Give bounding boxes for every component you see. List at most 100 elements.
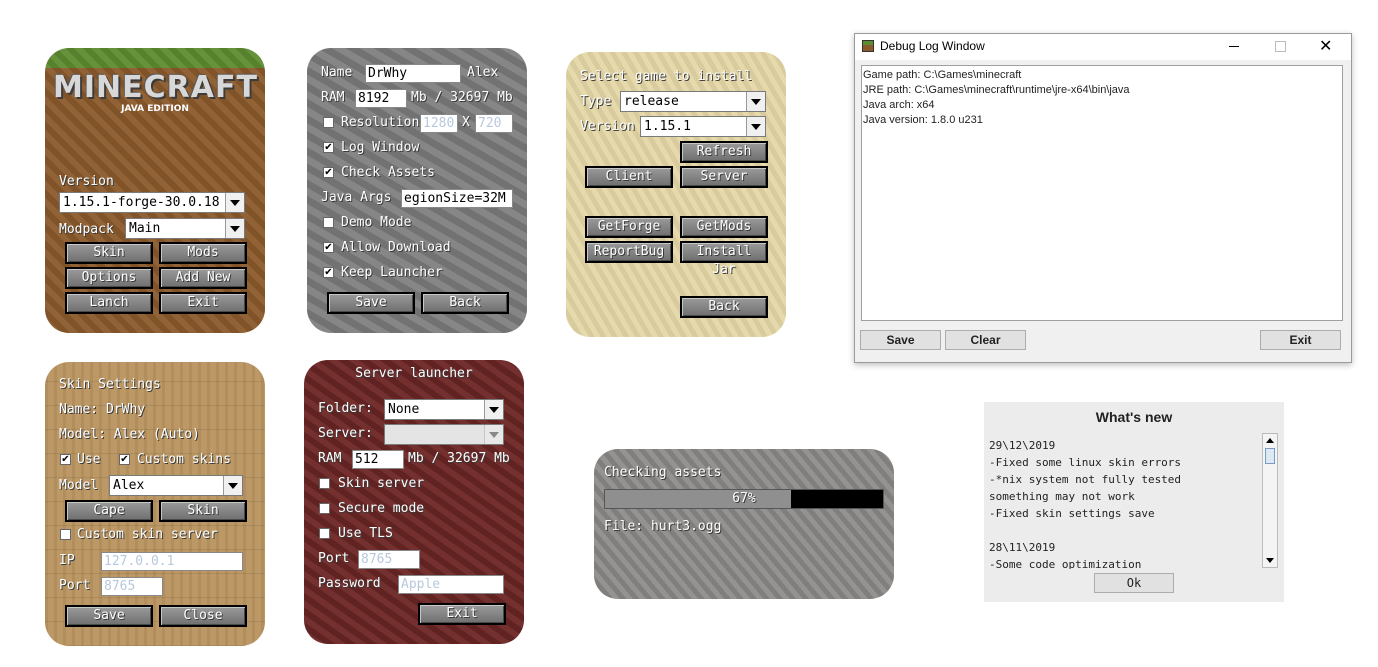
type-select[interactable]: release bbox=[620, 91, 766, 112]
checkmark-icon: ✔ bbox=[324, 167, 333, 178]
changelog-line: 28\11\2019 bbox=[989, 541, 1056, 554]
changelog-text[interactable]: 29\12\2019 -Fixed some linux skin errors… bbox=[989, 437, 1261, 569]
chevron-down-icon bbox=[746, 92, 765, 111]
name-input[interactable]: DrWhy bbox=[365, 64, 461, 83]
clear-button[interactable]: Clear bbox=[945, 330, 1026, 350]
scroll-down-icon[interactable] bbox=[1266, 558, 1274, 563]
save-button[interactable]: Save bbox=[65, 605, 153, 627]
resolution-label: Resolution bbox=[341, 115, 420, 130]
keep-launcher-checkbox[interactable]: ✔ bbox=[323, 267, 334, 278]
logo-text: MINECRAFT bbox=[53, 70, 258, 105]
cape-button[interactable]: Cape bbox=[65, 500, 153, 522]
scroll-up-icon[interactable] bbox=[1266, 438, 1274, 443]
secure-mode-label: Secure mode bbox=[338, 501, 425, 516]
resolution-width-input[interactable]: 1280 bbox=[420, 114, 458, 133]
java-args-label: Java Args bbox=[321, 190, 392, 205]
back-button[interactable]: Back bbox=[680, 296, 768, 318]
minimize-icon[interactable] bbox=[1229, 46, 1239, 47]
back-button[interactable]: Back bbox=[421, 292, 509, 314]
version-label: Version bbox=[59, 174, 114, 189]
demo-mode-checkbox[interactable] bbox=[323, 217, 334, 228]
secure-mode-checkbox[interactable] bbox=[319, 503, 330, 514]
chevron-down-icon bbox=[484, 425, 503, 444]
log-window-checkbox[interactable]: ✔ bbox=[323, 142, 334, 153]
custom-skins-label: Custom skins bbox=[137, 452, 231, 467]
version-select[interactable]: 1.15.1-forge-30.0.18 bbox=[59, 192, 245, 213]
launch-button[interactable]: Lanch bbox=[65, 292, 153, 314]
check-assets-checkbox[interactable]: ✔ bbox=[323, 167, 334, 178]
get-forge-button[interactable]: GetForge bbox=[585, 216, 673, 238]
skin-button[interactable]: Skin bbox=[65, 242, 153, 264]
password-input[interactable]: Apple bbox=[398, 575, 504, 594]
ram-input[interactable]: 8192 bbox=[355, 89, 407, 108]
ram-input[interactable]: 512 bbox=[352, 450, 404, 469]
options-button[interactable]: Options bbox=[65, 267, 153, 289]
port-input[interactable]: 8765 bbox=[358, 550, 420, 569]
skin-server-checkbox[interactable] bbox=[319, 478, 330, 489]
log-text-area[interactable]: Game path: C:\Games\minecraft JRE path: … bbox=[861, 65, 1343, 321]
resolution-height-input[interactable]: 720 bbox=[475, 114, 513, 133]
add-new-button[interactable]: Add New bbox=[159, 267, 247, 289]
close-icon[interactable]: ✕ bbox=[1319, 36, 1332, 55]
modpack-select[interactable]: Main bbox=[125, 218, 245, 239]
save-button[interactable]: Save bbox=[327, 292, 415, 314]
server-button[interactable]: Server bbox=[680, 166, 768, 188]
skin-settings-panel: Skin Settings Name: DrWhy Model: Alex (A… bbox=[45, 362, 265, 646]
report-bug-button[interactable]: ReportBug bbox=[585, 241, 673, 263]
type-select-value: release bbox=[624, 94, 679, 109]
ram-total: Mb / 32697 Mb bbox=[408, 451, 510, 466]
ip-input[interactable]: 127.0.0.1 bbox=[101, 552, 243, 571]
custom-skin-server-checkbox[interactable] bbox=[60, 529, 71, 540]
checkmark-icon: ✔ bbox=[61, 454, 70, 465]
checkmark-icon: ✔ bbox=[324, 267, 333, 278]
skin-name-line: Name: DrWhy bbox=[59, 402, 146, 417]
save-button[interactable]: Save bbox=[860, 330, 941, 350]
scrollbar[interactable] bbox=[1262, 433, 1278, 568]
folder-select[interactable]: None bbox=[384, 399, 504, 420]
window-titlebar: Debug Log Window ✕ bbox=[855, 34, 1351, 60]
checking-assets-panel: Checking assets 67% File: hurt3.ogg bbox=[594, 449, 894, 599]
use-checkbox[interactable]: ✔ bbox=[60, 454, 71, 465]
port-input[interactable]: 8765 bbox=[101, 577, 163, 596]
server-select[interactable] bbox=[384, 424, 504, 445]
install-jar-button[interactable]: Install Jar bbox=[680, 241, 768, 277]
checkmark-icon: ✔ bbox=[324, 242, 333, 253]
exit-button[interactable]: Exit bbox=[159, 292, 247, 314]
scroll-thumb[interactable] bbox=[1265, 448, 1275, 464]
skin-model-line: Model: Alex (Auto) bbox=[59, 427, 200, 442]
get-mods-button[interactable]: GetMods bbox=[680, 216, 768, 238]
client-button[interactable]: Client bbox=[585, 166, 673, 188]
folder-select-value: None bbox=[388, 402, 420, 417]
ok-button[interactable]: Ok bbox=[1094, 573, 1174, 593]
changelog-line: -Some code optimization bbox=[989, 558, 1142, 569]
refresh-button[interactable]: Refresh bbox=[680, 141, 768, 163]
maximize-icon[interactable] bbox=[1275, 41, 1286, 52]
password-label: Password bbox=[318, 576, 381, 591]
server-launcher-title: Server launcher bbox=[355, 366, 473, 381]
exit-button[interactable]: Exit bbox=[1260, 330, 1341, 350]
progress-text: 67% bbox=[732, 491, 756, 506]
logo-subtext: JAVA EDITION bbox=[121, 104, 189, 114]
mods-button[interactable]: Mods bbox=[159, 242, 247, 264]
ram-label: RAM bbox=[318, 451, 342, 466]
options-panel: Name DrWhy Alex RAM 8192 Mb / 32697 Mb R… bbox=[307, 48, 527, 333]
custom-skins-checkbox[interactable]: ✔ bbox=[119, 454, 130, 465]
log-line: Game path: C:\Games\minecraft bbox=[863, 69, 1022, 81]
folder-label: Folder: bbox=[318, 401, 373, 416]
allow-download-checkbox[interactable]: ✔ bbox=[323, 242, 334, 253]
demo-mode-label: Demo Mode bbox=[341, 215, 412, 230]
model-select[interactable]: Alex bbox=[109, 475, 243, 496]
changelog-line: -Fixed skin settings save bbox=[989, 507, 1155, 520]
minecraft-logo: MINECRAFT JAVA EDITION bbox=[53, 72, 257, 116]
exit-button[interactable]: Exit bbox=[418, 603, 506, 625]
use-tls-checkbox[interactable] bbox=[319, 528, 330, 539]
ram-total: Mb / 32697 Mb bbox=[411, 90, 513, 105]
checking-assets-title: Checking assets bbox=[604, 465, 722, 480]
resolution-checkbox[interactable] bbox=[323, 117, 334, 128]
java-args-input[interactable]: egionSize=32M bbox=[401, 189, 513, 208]
checkmark-icon: ✔ bbox=[120, 454, 129, 465]
modpack-select-value: Main bbox=[129, 221, 161, 236]
skin-button[interactable]: Skin bbox=[159, 500, 247, 522]
version-select[interactable]: 1.15.1 bbox=[640, 116, 766, 137]
close-button[interactable]: Close bbox=[159, 605, 247, 627]
